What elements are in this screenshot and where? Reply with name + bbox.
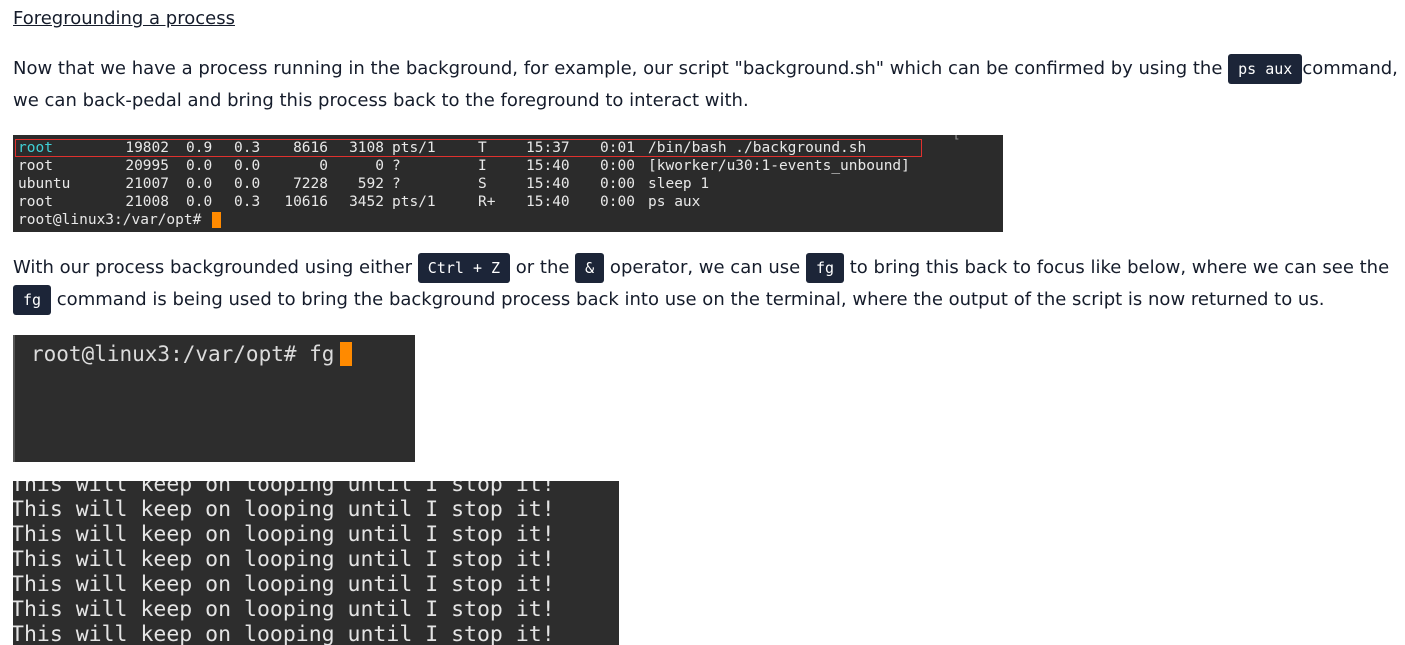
process-pid: 20995 xyxy=(125,158,169,174)
output-line: This will keep on looping until I stop i… xyxy=(13,497,555,522)
process-start: 15:40 xyxy=(526,176,570,192)
process-cpu: 0.0 xyxy=(186,194,213,210)
cursor-block xyxy=(340,342,353,366)
inline-code-ampersand: & xyxy=(575,253,605,283)
process-vsz: 7228 xyxy=(293,176,328,192)
cursor-block xyxy=(212,212,222,228)
process-mem: 0.0 xyxy=(234,158,261,174)
process-mem: 0.3 xyxy=(234,194,261,210)
output-line: This will keep on looping until I stop i… xyxy=(13,572,555,597)
process-time: 0:00 xyxy=(600,176,635,192)
process-user: ubuntu xyxy=(18,176,71,192)
output-line: This will keep on looping until I stop i… xyxy=(13,597,555,622)
process-vsz: 8616 xyxy=(293,140,328,156)
process-tty: pts/1 xyxy=(392,140,436,156)
process-user: root xyxy=(18,140,53,156)
process-vsz: 10616 xyxy=(284,194,328,210)
process-time: 0:00 xyxy=(600,158,635,174)
process-command: [kworker/u30:1-events_unbound] xyxy=(648,158,910,174)
process-rss: 3452 xyxy=(349,194,384,210)
output-line: This will keep on looping until I stop i… xyxy=(13,522,555,547)
terminal-prompt: root@linux3:/var/opt# xyxy=(18,211,222,229)
process-time: 0:01 xyxy=(600,140,635,156)
process-user: root xyxy=(18,158,53,174)
paragraph-text: operator, we can use xyxy=(604,257,806,278)
process-user: root xyxy=(18,194,53,210)
intro-paragraph: Now that we have a process running in th… xyxy=(13,53,1403,117)
output-line: This will keep on looping until I stop i… xyxy=(13,481,555,497)
process-pid: 19802 xyxy=(125,140,169,156)
process-tty: ? xyxy=(392,176,401,192)
inline-code-ps-aux: ps aux xyxy=(1228,54,1303,84)
process-cpu: 0.9 xyxy=(186,140,213,156)
process-start: 15:40 xyxy=(526,158,570,174)
process-start: 15:37 xyxy=(526,140,570,156)
paragraph-text: Now that we have a process running in th… xyxy=(13,58,1229,79)
process-command: sleep 1 xyxy=(648,176,710,192)
process-start: 15:40 xyxy=(526,194,570,210)
output-line: This will keep on looping until I stop i… xyxy=(13,622,555,645)
ps-aux-terminal-screenshot: [ ] ] root198020.90.386163108pts/1T15:37… xyxy=(13,135,1003,232)
prompt-text: root@linux3:/var/opt# fg xyxy=(31,342,335,366)
process-mem: 0.3 xyxy=(234,140,261,156)
process-stat: I xyxy=(478,158,487,174)
process-stat: S xyxy=(478,176,487,192)
process-rss: 0 xyxy=(375,158,384,174)
process-command: /bin/bash ./background.sh xyxy=(648,140,867,156)
inline-code-fg: fg xyxy=(805,253,845,283)
paragraph-text: command is being used to bring the backg… xyxy=(51,289,1325,310)
output-line: This will keep on looping until I stop i… xyxy=(13,547,555,572)
process-stat: T xyxy=(478,140,487,156)
section-heading: Foregrounding a process xyxy=(13,8,235,29)
process-time: 0:00 xyxy=(600,194,635,210)
process-pid: 21008 xyxy=(125,194,169,210)
process-rss: 592 xyxy=(357,176,384,192)
loop-output-terminal-screenshot: This will keep on looping until I stop i… xyxy=(13,481,619,645)
paragraph-text: With our process backgrounded using eith… xyxy=(13,257,418,278)
process-tty: pts/1 xyxy=(392,194,436,210)
process-vsz: 0 xyxy=(319,158,328,174)
fg-terminal-screenshot: root@linux3:/var/opt# fg xyxy=(13,335,415,462)
prompt-text: root@linux3:/var/opt# xyxy=(18,212,211,228)
process-cpu: 0.0 xyxy=(186,158,213,174)
fg-paragraph: With our process backgrounded using eith… xyxy=(13,252,1403,316)
process-command: ps aux xyxy=(648,194,701,210)
inline-code-ctrl-z: Ctrl + Z xyxy=(417,253,511,283)
process-stat: R+ xyxy=(478,194,496,210)
paragraph-text: to bring this back to focus like below, … xyxy=(844,257,1390,278)
process-mem: 0.0 xyxy=(234,176,261,192)
process-cpu: 0.0 xyxy=(186,176,213,192)
inline-code-fg: fg xyxy=(13,285,52,315)
process-rss: 3108 xyxy=(349,140,384,156)
process-tty: ? xyxy=(392,158,401,174)
paragraph-text: or the xyxy=(510,257,576,278)
terminal-prompt: root@linux3:/var/opt# fg xyxy=(31,340,353,368)
process-pid: 21007 xyxy=(125,176,169,192)
